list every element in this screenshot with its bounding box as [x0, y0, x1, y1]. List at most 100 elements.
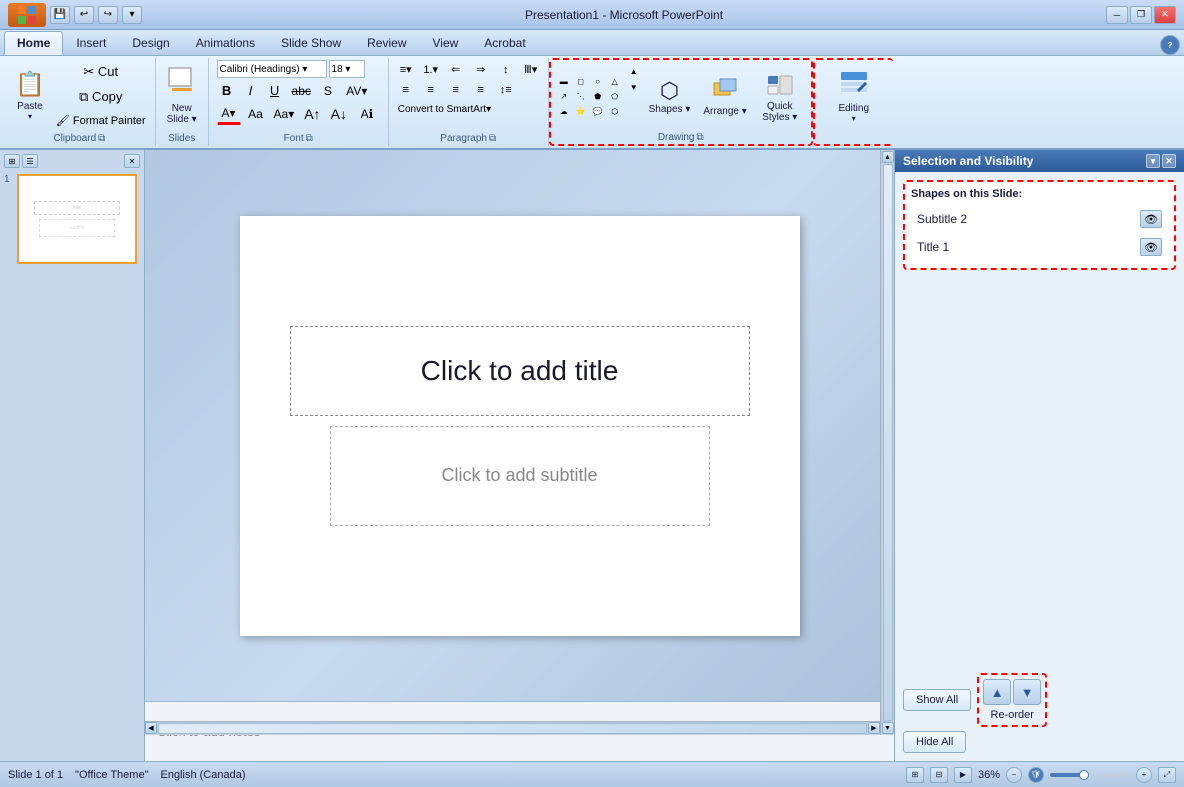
font-dialog-launcher[interactable]: ⧉ [306, 133, 313, 144]
shapes-button[interactable]: ⬡ Shapes ▾ [644, 65, 696, 127]
line-spacing-button[interactable]: ↕≡ [495, 81, 517, 99]
redo-qat-button[interactable]: ↪ [98, 6, 118, 24]
slide-title-placeholder[interactable]: Click to add title [290, 326, 750, 416]
increase-indent-button[interactable]: ⇒ [470, 60, 492, 79]
show-all-button[interactable]: Show All [903, 689, 971, 711]
columns-button[interactable]: Ⅲ▾ [520, 60, 542, 79]
close-slide-panel-button[interactable]: ✕ [124, 154, 140, 168]
underline-button[interactable]: U [265, 80, 285, 101]
shape-5[interactable]: ↗ [557, 89, 571, 103]
zoom-slider[interactable] [1050, 773, 1130, 777]
slide-canvas[interactable]: Click to add title Click to add subtitle [240, 216, 800, 636]
reorder-down-button[interactable]: ▼ [1013, 679, 1041, 705]
decrease-indent-button[interactable]: ⇐ [445, 60, 467, 79]
text-size-a[interactable]: A↑ [301, 103, 323, 125]
help-button[interactable]: ? [1160, 35, 1180, 55]
copy-button[interactable]: ⧉ Copy [53, 86, 149, 108]
scroll-up-arrow[interactable]: ▲ [882, 151, 894, 163]
zoom-in-button[interactable]: + [1136, 767, 1152, 783]
clear-format-button[interactable]: Aℹ [354, 104, 380, 124]
font-name-dropdown[interactable]: Calibri (Headings) ▾ [217, 60, 327, 78]
text-size-b[interactable]: A↓ [328, 103, 350, 125]
scroll-thumb[interactable] [883, 164, 893, 721]
shape-3[interactable]: ○ [591, 74, 605, 88]
align-center-button[interactable]: ≡ [420, 81, 442, 99]
slideshow-button[interactable]: ▶ [954, 767, 972, 783]
panel-dropdown-btn[interactable]: ▾ [1146, 154, 1160, 168]
scroll-left-arrow[interactable]: ◀ [145, 722, 157, 734]
visibility-title-button[interactable]: 👁 [1140, 238, 1162, 256]
new-slide-button[interactable]: NewSlide ▾ [162, 65, 202, 127]
tab-slideshow[interactable]: Slide Show [268, 31, 354, 55]
cut-button[interactable]: ✂ Cut [53, 61, 149, 83]
smartart-button[interactable]: Convert to SmartArt▾ [395, 101, 494, 118]
italic-button[interactable]: I [241, 80, 261, 101]
drawing-dialog-launcher[interactable]: ⧉ [697, 132, 704, 143]
shape-11[interactable]: 💬 [591, 104, 605, 118]
editing-button[interactable]: Editing ▾ [828, 65, 880, 127]
shadow-button[interactable]: S [318, 81, 338, 101]
scroll-right-arrow[interactable]: ▶ [868, 722, 880, 734]
tab-review[interactable]: Review [354, 31, 419, 55]
font-caps-button[interactable]: Aa▾ [271, 104, 298, 124]
slides-tab-icon[interactable]: ⊞ [4, 154, 20, 168]
shape-6[interactable]: ⋱ [574, 89, 588, 103]
shapes-scroll-down[interactable]: ▼ [627, 80, 641, 95]
restore-button[interactable]: ❐ [1130, 6, 1152, 24]
char-spacing-button[interactable]: AV▾ [342, 81, 372, 101]
close-button[interactable]: ✕ [1154, 6, 1176, 24]
fit-slide-button[interactable]: ⤢ [1158, 767, 1176, 783]
slide-sorter-button[interactable]: ⊟ [930, 767, 948, 783]
font-color-button[interactable]: A▾ [217, 103, 241, 125]
visibility-subtitle-button[interactable]: 👁 [1140, 210, 1162, 228]
h-scroll-thumb[interactable] [158, 723, 867, 734]
font-size-increase[interactable]: Aa [245, 104, 267, 124]
tab-animations[interactable]: Animations [183, 31, 268, 55]
panel-close-btn[interactable]: ✕ [1162, 154, 1176, 168]
zoom-out-button[interactable]: − [1006, 767, 1022, 783]
bold-button[interactable]: B [217, 80, 237, 101]
tab-view[interactable]: View [420, 31, 472, 55]
shape-10[interactable]: ⭐ [574, 104, 588, 118]
tab-acrobat[interactable]: Acrobat [471, 31, 538, 55]
shape-12[interactable]: ⬡ [608, 104, 622, 118]
justify-button[interactable]: ≡ [470, 81, 492, 99]
clipboard-dialog-launcher[interactable]: ⧉ [98, 133, 105, 144]
text-direction-button[interactable]: ↕ [495, 61, 517, 79]
scroll-down-arrow[interactable]: ▼ [882, 722, 894, 734]
tab-design[interactable]: Design [119, 31, 182, 55]
hide-all-button[interactable]: Hide All [903, 731, 966, 753]
undo-qat-button[interactable]: ↩ [74, 6, 94, 24]
paste-button[interactable]: 📋 Paste ▾ [10, 65, 50, 127]
quick-styles-button[interactable]: QuickStyles ▾ [755, 65, 805, 127]
shape-8[interactable]: ⬠ [608, 89, 622, 103]
normal-view-button[interactable]: ⊞ [906, 767, 924, 783]
shape-4[interactable]: △ [608, 74, 622, 88]
shapes-scroll-up[interactable]: ▲ [627, 64, 641, 79]
zoom-thumb[interactable] [1079, 770, 1089, 780]
font-size-dropdown[interactable]: 18 ▾ [329, 60, 365, 78]
office-button[interactable] [8, 3, 46, 27]
slide-thumbnail[interactable]: title subtitle [17, 174, 137, 264]
shape-1[interactable]: ▬ [557, 74, 571, 88]
align-left-button[interactable]: ≡ [395, 81, 417, 99]
paragraph-dialog-launcher[interactable]: ⧉ [489, 133, 496, 144]
strikethrough-button[interactable]: abc [289, 81, 314, 101]
shape-9[interactable]: ☁ [557, 104, 571, 118]
numbered-list-button[interactable]: 1.▾ [420, 60, 442, 79]
tab-home[interactable]: Home [4, 31, 63, 55]
format-painter-button[interactable]: 🖌 Format Painter [53, 111, 149, 130]
align-right-button[interactable]: ≡ [445, 81, 467, 99]
slide-subtitle-placeholder[interactable]: Click to add subtitle [330, 426, 710, 526]
reorder-up-button[interactable]: ▲ [983, 679, 1011, 705]
outline-tab-icon[interactable]: ☰ [22, 154, 38, 168]
shape-7[interactable]: ⬟ [591, 89, 605, 103]
vertical-scrollbar[interactable]: ▲ ▼ [880, 150, 894, 735]
tab-insert[interactable]: Insert [63, 31, 119, 55]
horizontal-scrollbar[interactable]: ◀ ▶ [145, 721, 880, 735]
arrange-button[interactable]: Arrange ▾ [698, 65, 751, 127]
minimize-button[interactable]: ─ [1106, 6, 1128, 24]
shape-2[interactable]: ◻ [574, 74, 588, 88]
customize-qat-button[interactable]: ▾ [122, 6, 142, 24]
bullet-list-button[interactable]: ≡▾ [395, 60, 417, 79]
